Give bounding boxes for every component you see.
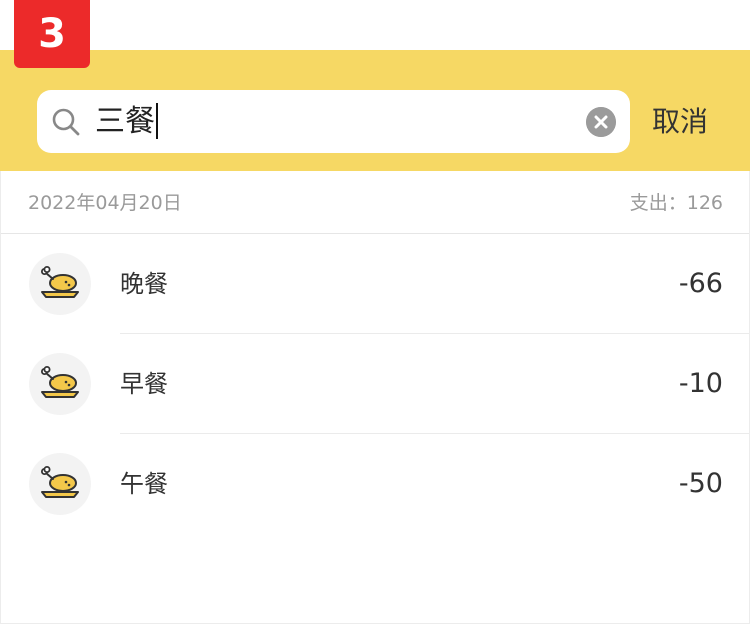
entry-name: 晚餐 xyxy=(120,270,168,298)
list-item[interactable]: 早餐 -10 xyxy=(1,334,749,434)
entry-name: 早餐 xyxy=(120,370,168,398)
roast-chicken-icon xyxy=(41,466,79,498)
roast-chicken-icon xyxy=(41,366,79,398)
list-item[interactable]: 晚餐 -66 xyxy=(1,234,749,334)
entry-amount: -50 xyxy=(678,468,723,499)
roast-chicken-icon xyxy=(41,266,79,298)
day-expense-total: 支出：126 xyxy=(630,171,723,235)
list-item[interactable]: 午餐 -50 xyxy=(1,434,749,534)
category-icon-circle xyxy=(29,353,91,415)
category-icon-circle xyxy=(29,253,91,315)
entry-amount: -66 xyxy=(678,268,723,299)
clear-icon[interactable] xyxy=(586,107,616,137)
search-icon xyxy=(52,108,80,136)
search-results-screen: 3 三餐 取消 2022年04月20日 支出：126 晚餐 -66 早餐 -10… xyxy=(0,0,750,624)
expense-label: 支出： xyxy=(629,192,687,214)
day-date: 2022年04月20日 xyxy=(28,192,182,214)
search-query-value: 三餐 xyxy=(95,104,155,139)
search-header: 三餐 取消 xyxy=(0,50,750,171)
entry-amount: -10 xyxy=(678,368,723,399)
entry-name: 午餐 xyxy=(120,470,168,498)
expense-value: 126 xyxy=(686,192,723,214)
category-icon-circle xyxy=(29,453,91,515)
search-query-text[interactable]: 三餐 xyxy=(95,90,158,153)
step-number-badge: 3 xyxy=(14,0,90,68)
day-group-header: 2022年04月20日 支出：126 xyxy=(1,171,749,234)
search-input[interactable]: 三餐 xyxy=(37,90,630,153)
text-cursor xyxy=(156,102,158,139)
cancel-button[interactable]: 取消 xyxy=(652,90,708,153)
results-list: 2022年04月20日 支出：126 晚餐 -66 早餐 -10 午餐 -50 xyxy=(0,171,750,624)
